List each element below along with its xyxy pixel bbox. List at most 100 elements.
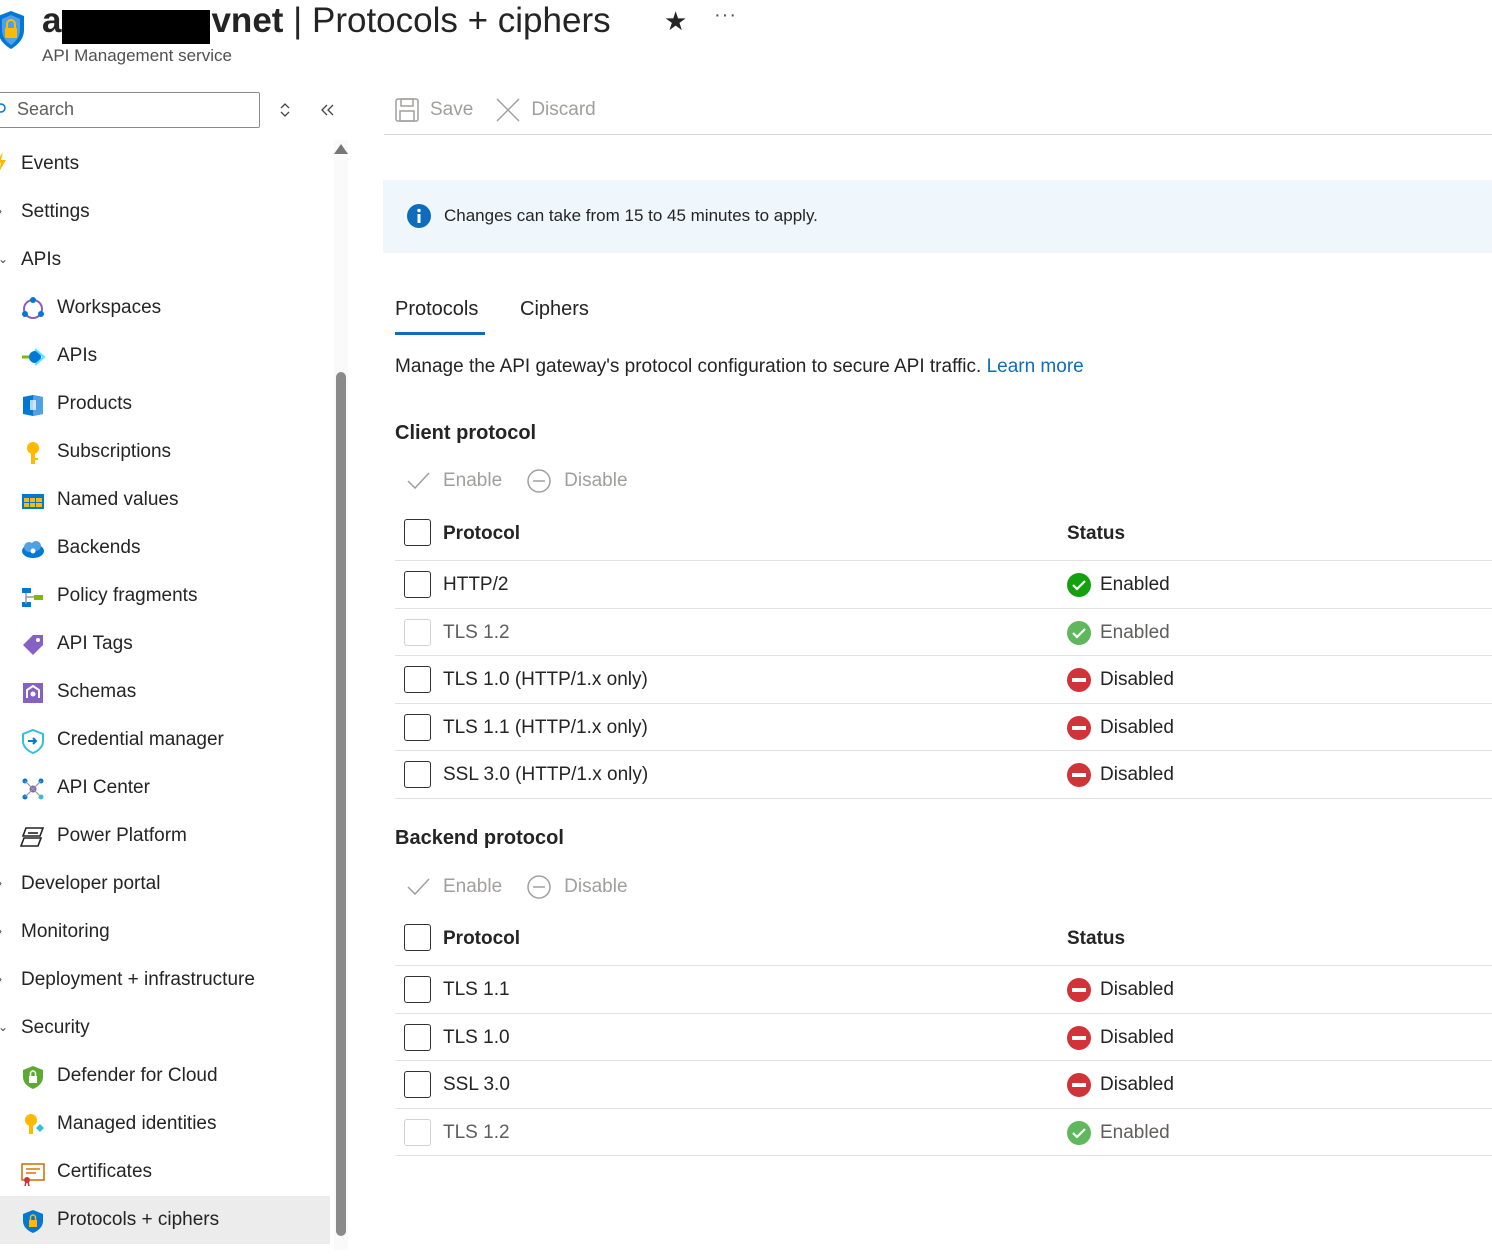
sidebar-search-box[interactable] — [0, 92, 260, 128]
sidebar-item-label: Backends — [57, 537, 141, 558]
sidebar-item-label: Subscriptions — [57, 441, 172, 462]
sidebar-scrollbar-thumb[interactable] — [336, 372, 346, 1236]
status-text: Enabled — [1100, 574, 1170, 595]
sidebar-item-label: Products — [57, 393, 132, 414]
managed-identity-icon — [25, 1114, 44, 1134]
backend-enable-button[interactable]: Enable — [405, 874, 502, 900]
more-options-button[interactable]: ··· — [714, 4, 737, 27]
row-checkbox[interactable] — [404, 571, 431, 598]
sidebar-item-power-platform[interactable]: Power Platform — [0, 812, 330, 860]
blocked-icon — [1067, 715, 1091, 740]
status-cell: Disabled — [1067, 1073, 1174, 1097]
collapse-sidebar-icon[interactable] — [318, 100, 338, 120]
sidebar-item-defender[interactable]: Defender for Cloud — [0, 1052, 330, 1100]
sidebar-item-label: Deployment + infrastructure — [21, 969, 255, 990]
info-banner: Changes can take from 15 to 45 minutes t… — [383, 180, 1492, 253]
sidebar-item-schemas[interactable]: Schemas — [0, 668, 330, 716]
client-disable-button[interactable]: Disable — [526, 468, 628, 494]
protocol-cell: SSL 3.0 (HTTP/1.x only) — [443, 764, 649, 785]
sidebar-item-security-group[interactable]: ⌄ Security — [0, 1004, 330, 1052]
client-protocol-heading: Client protocol — [395, 422, 537, 444]
sidebar-item-settings[interactable]: › Settings — [0, 188, 330, 236]
blocked-icon — [1067, 763, 1091, 787]
learn-more-link[interactable]: Learn more — [987, 356, 1084, 377]
sidebar-item-events[interactable]: Events — [0, 140, 330, 188]
table-row[interactable]: TLS 1.0 (HTTP/1.x only) Disabled — [395, 656, 1492, 704]
backend-protocol-table: Protocol Status TLS 1.1 Disabled TLS 1.0… — [395, 912, 1492, 1156]
workspaces-icon — [22, 297, 44, 319]
client-enable-button[interactable]: Enable — [405, 468, 502, 494]
row-checkbox[interactable] — [404, 976, 431, 1003]
table-row[interactable]: HTTP/2 Enabled — [395, 561, 1492, 609]
sidebar-item-label: Defender for Cloud — [57, 1065, 218, 1086]
status-cell: Enabled — [1067, 573, 1170, 597]
named-values-icon — [22, 494, 44, 509]
sidebar-item-backends[interactable]: Backends — [0, 524, 330, 572]
sidebar-item-apis[interactable]: APIs — [0, 332, 330, 380]
sidebar-item-deployment[interactable]: › Deployment + infrastructure — [0, 956, 330, 1004]
search-input[interactable] — [17, 99, 247, 120]
minus-circle-icon — [527, 875, 551, 899]
protocol-cell: TLS 1.2 — [443, 1121, 510, 1143]
sidebar-item-apis-group[interactable]: ⌄ APIs — [0, 236, 330, 284]
protocol-cell: TLS 1.2 — [443, 621, 510, 643]
table-row[interactable]: TLS 1.1 (HTTP/1.x only) Disabled — [395, 704, 1492, 751]
status-text: Disabled — [1100, 1026, 1174, 1048]
column-header-protocol: Protocol — [443, 523, 521, 544]
sidebar-item-label: API Center — [57, 777, 150, 798]
scroll-up-arrow-icon[interactable] — [334, 144, 348, 154]
favorite-star-icon[interactable]: ★ — [664, 6, 687, 37]
sidebar-item-managed-identities[interactable]: Managed identities — [0, 1100, 330, 1148]
sidebar-item-monitoring[interactable]: › Monitoring — [0, 908, 330, 956]
tab-protocols[interactable]: Protocols — [395, 298, 478, 321]
table-row[interactable]: TLS 1.0 Disabled — [395, 1014, 1492, 1061]
sidebar-item-policy-fragments[interactable]: Policy fragments — [0, 572, 330, 620]
tag-icon — [23, 635, 43, 655]
sidebar-item-label: Certificates — [57, 1161, 153, 1182]
blade-name: Protocols + ciphers — [311, 1, 611, 40]
backend-disable-button[interactable]: Disable — [526, 874, 628, 900]
select-all-checkbox[interactable] — [404, 519, 431, 546]
save-label: Save — [430, 99, 474, 120]
sidebar-item-label: Events — [21, 153, 80, 174]
sidebar-item-api-center[interactable]: API Center — [0, 764, 330, 812]
sidebar-item-api-tags[interactable]: API Tags — [0, 620, 330, 668]
row-checkbox[interactable] — [404, 1023, 431, 1051]
info-text: Changes can take from 15 to 45 minutes t… — [444, 206, 818, 225]
minus-circle-icon — [527, 469, 551, 493]
row-checkbox[interactable] — [404, 666, 431, 693]
sidebar-item-certificates[interactable]: Certificates — [0, 1148, 330, 1196]
table-header-row: Protocol Status — [395, 507, 1492, 561]
command-toolbar: Save Discard — [394, 92, 618, 128]
table-row[interactable]: SSL 3.0 Disabled — [395, 1061, 1492, 1109]
key-icon — [27, 442, 39, 464]
row-checkbox[interactable] — [404, 713, 431, 741]
status-cell: Enabled — [1067, 1120, 1170, 1145]
sidebar-item-subscriptions[interactable]: Subscriptions — [0, 428, 330, 476]
table-row[interactable]: TLS 1.1 Disabled — [395, 966, 1492, 1014]
checkmark-icon — [407, 472, 430, 490]
sidebar-nav: Events › Settings ⌄ APIs Workspaces APIs… — [0, 140, 330, 1244]
chevron-down-icon: ⌄ — [0, 252, 9, 266]
protocol-cell: TLS 1.0 — [443, 1026, 510, 1048]
sort-updown-icon[interactable] — [276, 100, 294, 120]
select-all-checkbox[interactable] — [404, 924, 431, 951]
sidebar-item-label: APIs — [57, 345, 98, 366]
backend-command-bar: Enable Disable — [405, 874, 652, 900]
sidebar-item-products[interactable]: Products — [0, 380, 330, 428]
row-checkbox[interactable] — [404, 1071, 431, 1098]
protocol-cell: TLS 1.1 — [443, 979, 510, 1000]
sidebar-item-protocols-ciphers[interactable]: Protocols + ciphers — [0, 1196, 330, 1244]
sidebar-item-named-values[interactable]: Named values — [0, 476, 330, 524]
save-button[interactable]: Save — [394, 97, 473, 123]
blocked-icon — [1067, 1073, 1091, 1097]
row-checkbox[interactable] — [404, 761, 431, 788]
tab-ciphers[interactable]: Ciphers — [520, 298, 589, 321]
chevron-right-icon: › — [0, 972, 2, 986]
sidebar-item-developer-portal[interactable]: › Developer portal — [0, 860, 330, 908]
sidebar-item-label: Power Platform — [57, 825, 187, 846]
sidebar-item-workspaces[interactable]: Workspaces — [0, 284, 330, 332]
table-row[interactable]: SSL 3.0 (HTTP/1.x only) Disabled — [395, 751, 1492, 799]
discard-button[interactable]: Discard — [495, 97, 596, 123]
sidebar-item-credential-manager[interactable]: Credential manager — [0, 716, 330, 764]
